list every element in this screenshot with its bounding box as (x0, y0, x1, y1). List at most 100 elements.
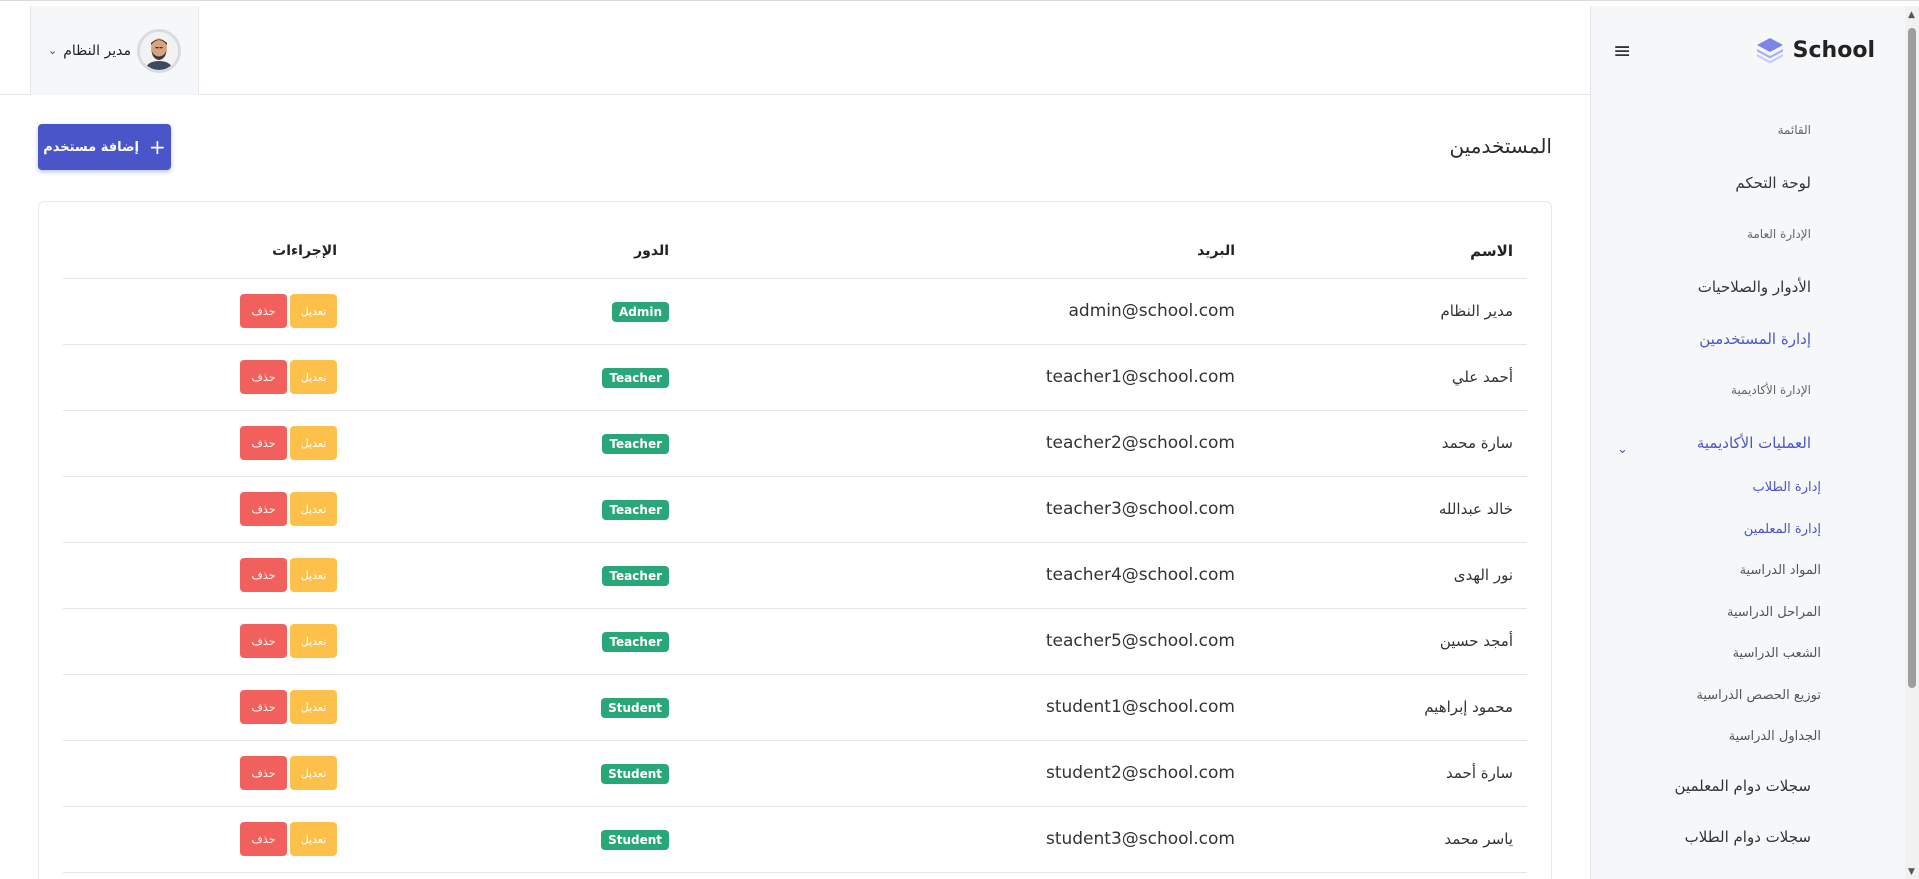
delete-button[interactable]: حذف (240, 426, 287, 460)
sidebar-item-teacher-attendance[interactable]: سجلات دوام المعلمين (1675, 777, 1811, 795)
actions-cell: تعديل حذف (63, 740, 337, 807)
edit-button[interactable]: تعديل (290, 294, 337, 328)
sidebar-item-users[interactable]: إدارة المستخدمين (1699, 330, 1811, 348)
section-academic-admin: الإدارة الأكاديمية (1731, 383, 1811, 397)
table-row: خالد عبدالله teacher3@school.com Teacher تع… (63, 476, 1527, 543)
user-name-cell: مدير النظام (1235, 278, 1527, 345)
sidebar-subitem-stages[interactable]: المراحل الدراسية (1727, 605, 1821, 620)
sidebar: ≡ School القائمة لوحة التحكم الإدارة الع… (1590, 6, 1905, 879)
edit-button[interactable]: تعديل (290, 360, 337, 394)
role-cell: Student (337, 674, 669, 741)
sidebar-item-student-attendance[interactable]: سجلات دوام الطلاب (1685, 828, 1811, 846)
users-table-card: الاسم البريد الدور الإجراءات مدير النظام… (38, 201, 1552, 879)
role-cell: Teacher (337, 476, 669, 543)
edit-button[interactable]: تعديل (290, 426, 337, 460)
table-row: ياسر محمد student3@school.com Student تعديل… (63, 806, 1527, 873)
delete-button[interactable]: حذف (240, 624, 287, 658)
user-menu[interactable]: ⌄ مدير النظام (30, 6, 199, 95)
edit-button[interactable]: تعديل (290, 624, 337, 658)
user-name-cell: محمود إبراهيم (1235, 674, 1527, 741)
user-name-cell: ياسر محمد (1235, 806, 1527, 873)
table-row: مدير النظام admin@school.com Admin تعديل حذف (63, 278, 1527, 345)
sidebar-subitem-teachers[interactable]: إدارة المعلمين (1744, 522, 1821, 537)
role-badge: Teacher (602, 367, 669, 388)
edit-button[interactable]: تعديل (290, 492, 337, 526)
sidebar-subitem-periods[interactable]: توزيع الحصص الدراسية (1696, 688, 1821, 703)
role-cell: Teacher (337, 608, 669, 675)
actions-cell: تعديل حذف (63, 476, 337, 543)
user-email-cell: teacher5@school.com (669, 608, 1235, 675)
actions-cell: تعديل حذف (63, 542, 337, 609)
delete-button[interactable]: حذف (240, 360, 287, 394)
user-name-cell: خالد عبدالله (1235, 476, 1527, 543)
role-badge: Teacher (602, 499, 669, 520)
table-row: أمجد حسين teacher5@school.com Teacher تعديل… (63, 608, 1527, 675)
role-badge: Student (601, 697, 669, 718)
edit-button[interactable]: تعديل (290, 690, 337, 724)
sidebar-item-roles[interactable]: الأدوار والصلاحيات (1698, 278, 1811, 296)
chevron-down-icon: ⌄ (48, 44, 58, 57)
sidebar-item-dashboard[interactable]: لوحة التحكم (1735, 174, 1811, 192)
delete-button[interactable]: حذف (240, 756, 287, 790)
table-row: سارة محمد teacher2@school.com Teacher تعديل… (63, 410, 1527, 477)
user-name: مدير النظام (63, 42, 131, 59)
table-row: نور الهدى teacher4@school.com Teacher تعديل… (63, 542, 1527, 609)
user-email-cell: student3@school.com (669, 806, 1235, 873)
role-badge: Student (601, 829, 669, 850)
edit-button[interactable]: تعديل (290, 558, 337, 592)
brand-name: School (1792, 37, 1875, 63)
delete-button[interactable]: حذف (240, 690, 287, 724)
user-name-cell: نور الهدى (1235, 542, 1527, 609)
chevron-down-icon[interactable]: ⌄ (1617, 442, 1628, 457)
sidebar-item-academic-ops[interactable]: العمليات الأكاديمية (1697, 434, 1811, 452)
avatar-image (139, 31, 178, 70)
delete-button[interactable]: حذف (240, 822, 287, 856)
table-row: أحمد علي teacher1@school.com Teacher تعديل ح… (63, 344, 1527, 411)
delete-button[interactable]: حذف (240, 294, 287, 328)
menu-icon[interactable]: ≡ (1613, 39, 1631, 64)
edit-button[interactable]: تعديل (290, 822, 337, 856)
page-title: المستخدمين (1449, 134, 1552, 158)
sidebar-subitem-students[interactable]: إدارة الطلاب (1753, 480, 1821, 495)
sidebar-subitem-sections[interactable]: الشعب الدراسية (1733, 646, 1821, 661)
user-email-cell: teacher3@school.com (669, 476, 1235, 543)
add-user-label: إضافة مستخدم (43, 139, 140, 155)
edit-button[interactable]: تعديل (290, 756, 337, 790)
header-role: الدور (337, 224, 669, 279)
user-name-cell: أمجد حسين (1235, 608, 1527, 675)
scrollbar[interactable]: ▲ ▼ (1905, 6, 1919, 879)
sidebar-subitem-schedules[interactable]: الجداول الدراسية (1729, 729, 1821, 744)
actions-cell: تعديل حذف (63, 344, 337, 411)
delete-button[interactable]: حذف (240, 492, 287, 526)
scrollbar-thumb[interactable] (1908, 28, 1916, 688)
role-cell: Teacher (337, 344, 669, 411)
table-header-row: الاسم البريد الدور الإجراءات (63, 224, 1527, 279)
scroll-up-icon[interactable]: ▲ (1908, 10, 1915, 20)
user-name-cell: سارة محمد (1235, 410, 1527, 477)
avatar (136, 28, 181, 73)
user-email-cell: teacher4@school.com (669, 542, 1235, 609)
role-cell: Student (337, 806, 669, 873)
user-email-cell: admin@school.com (669, 278, 1235, 345)
delete-button[interactable]: حذف (240, 558, 287, 592)
table-row: سارة أحمد student2@school.com Student تعديل… (63, 740, 1527, 807)
user-email-cell: teacher2@school.com (669, 410, 1235, 477)
add-user-button[interactable]: إضافة مستخدم + (38, 124, 171, 170)
scroll-down-icon[interactable]: ▼ (1908, 867, 1915, 877)
role-cell: Admin (337, 278, 669, 345)
role-cell: Student (337, 740, 669, 807)
role-badge: Teacher (602, 565, 669, 586)
top-header: ⌄ مدير النظام (0, 6, 1590, 95)
user-name-cell: أحمد علي (1235, 344, 1527, 411)
user-name-cell: سارة أحمد (1235, 740, 1527, 807)
layers-logo-icon (1756, 38, 1783, 64)
users-table: الاسم البريد الدور الإجراءات مدير النظام… (63, 224, 1527, 873)
sidebar-subitem-subjects[interactable]: المواد الدراسية (1740, 563, 1821, 578)
user-email-cell: teacher1@school.com (669, 344, 1235, 411)
brand[interactable]: School (1755, 36, 1875, 64)
role-badge: Student (601, 763, 669, 784)
user-email-cell: student1@school.com (669, 674, 1235, 741)
actions-cell: تعديل حذف (63, 608, 337, 675)
table-row: محمود إبراهيم student1@school.com Student ت… (63, 674, 1527, 741)
role-cell: Teacher (337, 542, 669, 609)
